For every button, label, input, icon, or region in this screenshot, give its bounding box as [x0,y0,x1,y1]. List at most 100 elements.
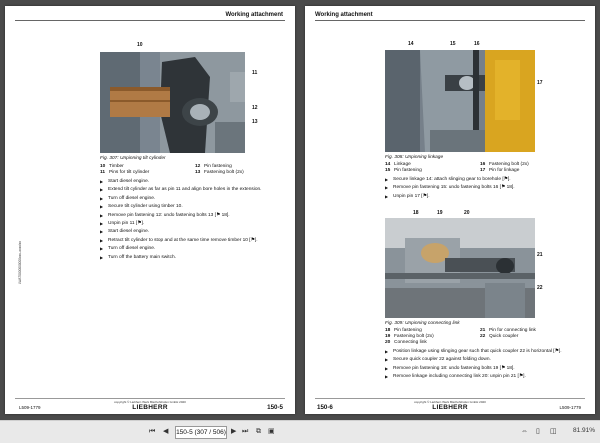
fit-width-icon[interactable]: ⇔ [521,427,528,437]
step-item: ▶ Remove pin fastening 18: undo fastening… [385,366,590,374]
figure-309-photo [385,218,535,318]
callout-18: 18 [413,210,419,216]
step-item: ▶ Remove linkage including connecting lin… [385,374,590,382]
header-rule [315,20,585,21]
procedure-steps: ▶ Start diesel engine. ▶ Extend tilt cylin… [100,179,285,263]
figure-308-caption: Fig. 308: Unpinning linkage [385,155,444,160]
right-page: Working attachment 14 15 16 17 Fig. 308:… [305,6,595,414]
step-text: Remove linkage including connecting link… [393,374,526,380]
callout-13: 13 [252,119,258,125]
step-text: Turn off the battery main switch. [108,254,176,260]
callout-21: 21 [537,252,543,258]
liebherr-logo: LIEBHERR [432,404,468,411]
step-arrow-icon: ▶ [100,220,104,226]
step-text: Turn off diesel engine. [108,246,156,252]
legend-text: Connecting link [394,340,427,345]
zoom-level[interactable]: 81.91% [573,427,595,434]
legend-row: 15 Pin fastening 17 Pin for linkage [385,168,575,174]
callout-15: 15 [450,41,456,47]
step-arrow-icon: ▶ [100,204,104,210]
legend-row: 11 Pins for tilt cylinder 13 Fastening bol… [100,170,290,176]
page-header-title: Working attachment [225,12,283,18]
legend-number: 20 [385,340,391,345]
step-item: ▶ Start diesel engine. [100,229,285,237]
step-arrow-icon: ▶ [385,185,389,191]
step-arrow-icon: ▶ [100,195,104,201]
two-page-icon[interactable]: ◫ [550,427,557,437]
page-number-input[interactable]: 150-5 (307 / 506) [175,426,227,439]
legend-text: Pin for linkage [489,168,520,173]
step-item: ▶ Turn off diesel engine. [100,196,285,204]
step-arrow-icon: ▶ [100,237,104,243]
step-arrow-icon: ▶ [100,179,104,184]
footer-code: L509-1779 [559,405,581,410]
step-item: ▶ Turn off diesel engine. [100,246,285,254]
legend-number: 17 [480,168,486,173]
first-page-icon[interactable]: ⏮ [149,427,155,437]
page-view-icon[interactable]: ▣ [268,427,275,437]
side-document-code: LWAT0000000000xxx–xxxx/xx [18,241,22,284]
figure-309-legend: 18 Pin fastening 21 Pin for connecting lin… [385,328,575,346]
legend-row: 20 Connecting link [385,340,575,346]
step-arrow-icon: ▶ [100,229,104,235]
footer-rule [315,398,585,399]
callout-19: 19 [437,210,443,216]
page-header-title: Working attachment [315,12,373,18]
left-page: Working attachment 10 11 12 13 Fig. 307:… [5,6,295,414]
callout-16: 16 [474,41,480,47]
step-arrow-icon: ▶ [385,357,389,363]
step-text: Start diesel engine. [108,229,150,235]
step-item: ▶ Remove pin fastening 12: undo fastening… [100,213,285,221]
prev-page-icon[interactable]: ◀ [163,427,168,437]
step-arrow-icon: ▶ [385,365,389,371]
legend-number: 22 [480,334,486,339]
last-page-icon[interactable]: ⏭ [242,427,248,437]
callout-17: 17 [537,80,543,86]
callout-20: 20 [464,210,470,216]
step-arrow-icon: ▶ [385,177,389,182]
step-text: Unpin pin 17 [⚑]. [393,193,430,199]
step-item: ▶ Secure quick coupler 22 against folding… [385,357,590,365]
callout-10: 10 [137,42,143,48]
step-arrow-icon: ▶ [100,246,104,252]
step-text: Remove pin fastening 15: undo fastening … [393,185,515,191]
step-arrow-icon: ▶ [385,349,389,354]
step-text: Retract tilt cylinder to stop and at the… [108,237,258,243]
step-arrow-icon: ▶ [100,187,104,193]
figure-307-photo [100,52,245,153]
callout-11: 11 [252,70,258,76]
figure-307-caption: Fig. 307: Unpinning tilt cylinder [100,156,166,161]
footer-rule [15,398,285,399]
callout-12: 12 [252,105,258,111]
copy-icon[interactable]: ⧉ [256,427,261,437]
step-item: ▶ Extend tilt cylinder as far as pin 11 a… [100,187,285,195]
step-text: Secure tilt cylinder using timber 10. [108,204,183,210]
callout-22: 22 [537,285,543,291]
step-arrow-icon: ▶ [100,212,104,218]
legend-number: 11 [100,170,106,175]
procedure-steps-309: ▶ Position linkage using slinging gear su… [385,349,590,383]
procedure-steps-308: ▶ Secure linkage 14: attach slinging gear… [385,177,585,202]
page-number: 150-5 [267,404,283,411]
step-text: Remove pin fastening 18: undo fastening … [393,365,515,371]
step-item: ▶ Unpin pin 17 [⚑]. [385,194,585,202]
legend-number: 15 [385,168,391,173]
step-item: ▶ Turn off the battery main switch. [100,255,285,263]
step-arrow-icon: ▶ [385,374,389,380]
step-item: ▶ Secure tilt cylinder using timber 10. [100,204,285,212]
step-arrow-icon: ▶ [385,193,389,199]
liebherr-logo: LIEBHERR [132,404,168,411]
step-text: Extend tilt cylinder as far as pin 11 an… [108,187,262,193]
legend-text: Quick coupler [489,334,519,339]
step-text: Turn off diesel engine. [108,195,156,201]
figure-308-legend: 14 Linkage 16 Fastening bolt (2x) 15 Pin fa… [385,162,575,174]
single-page-icon[interactable]: ▯ [536,427,540,437]
step-arrow-icon: ▶ [100,254,104,260]
legend-text: Pin fastening [394,168,422,173]
step-item: ▶ Retract tilt cylinder to stop and at th… [100,238,285,246]
figure-309-caption: Fig. 309: Unpinning connecting link [385,321,460,326]
legend-text: Fastening bolt (2x) [204,170,244,175]
figure-308-photo [385,50,535,152]
next-page-icon[interactable]: ▶ [231,427,236,437]
step-item: ▶ Remove pin fastening 15: undo fastening… [385,185,585,193]
